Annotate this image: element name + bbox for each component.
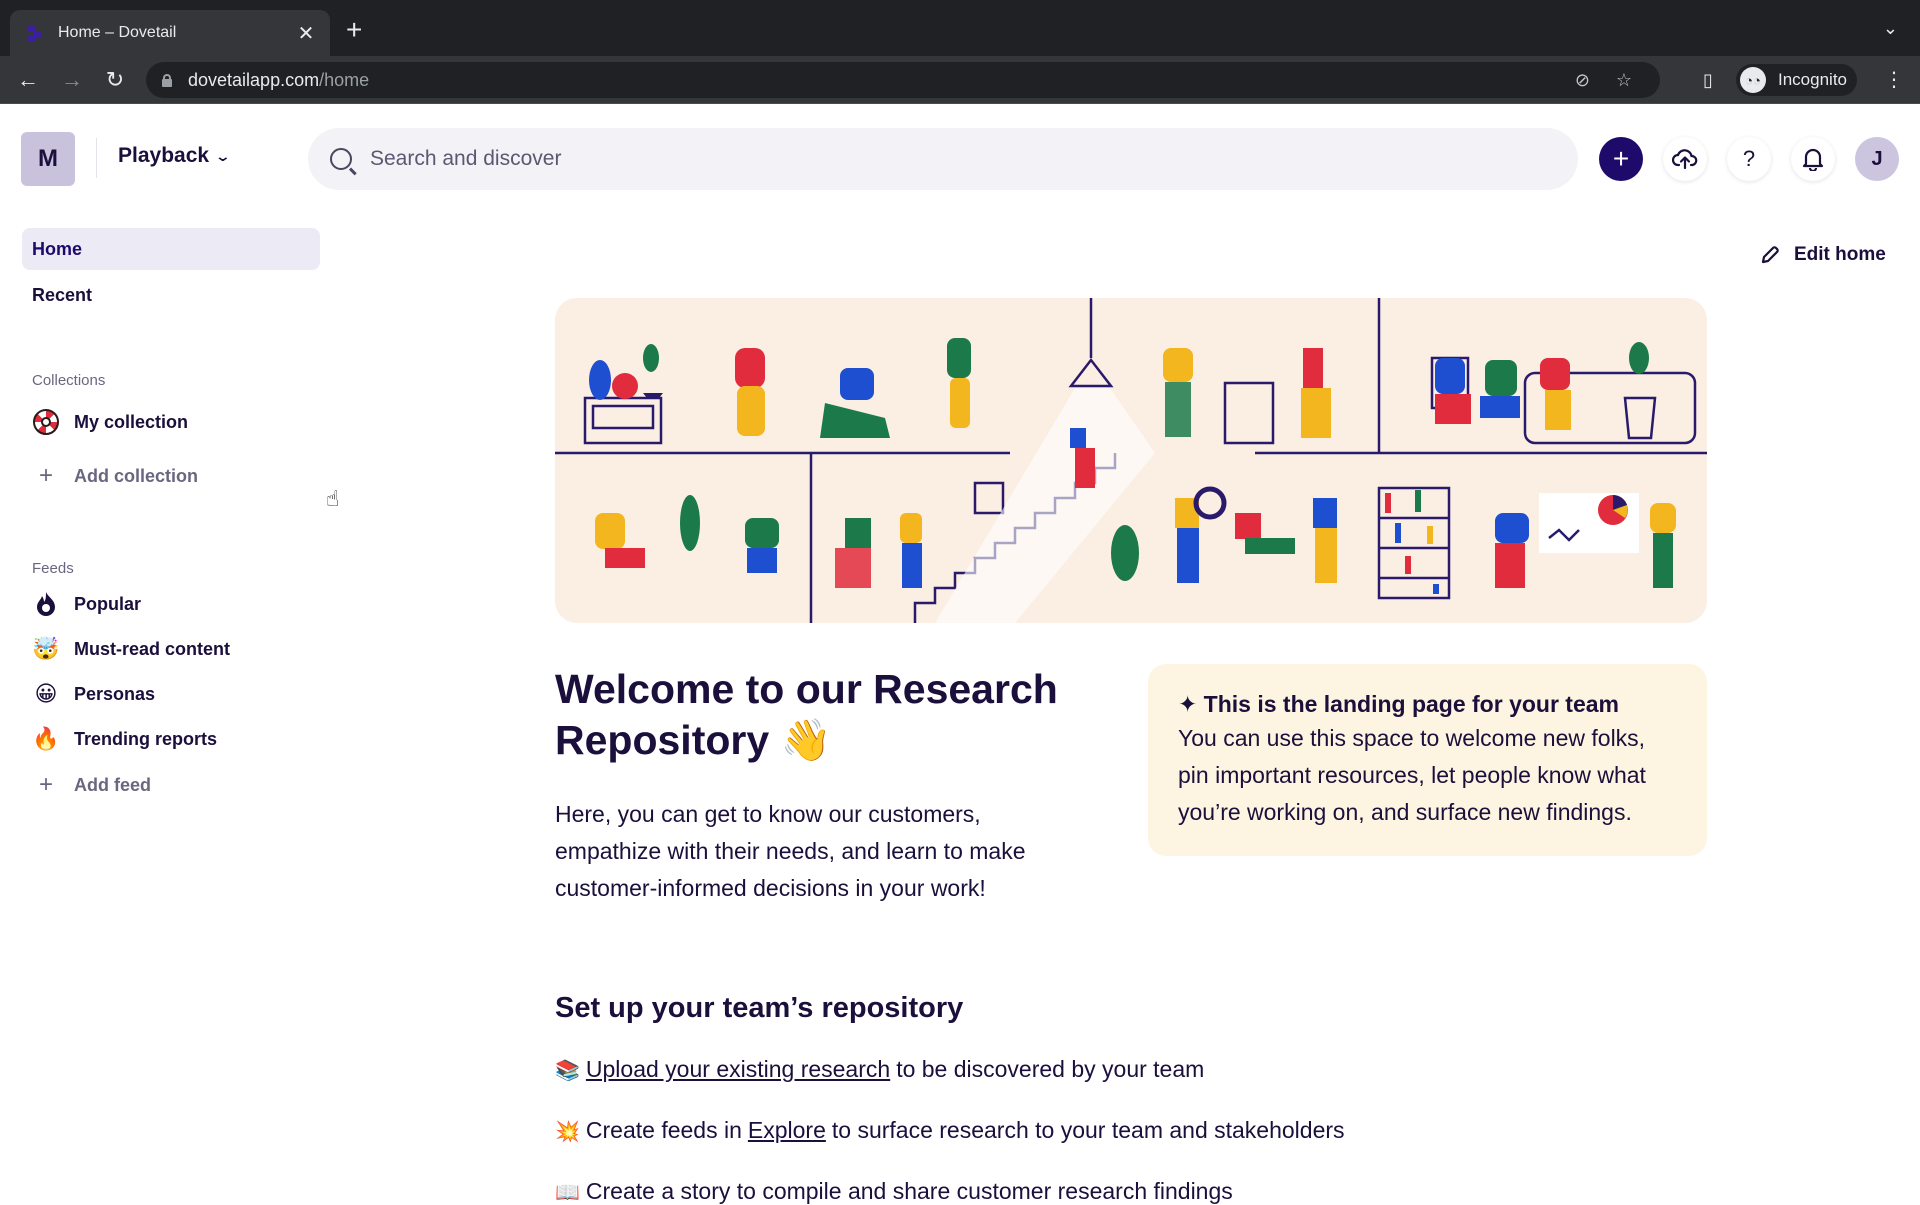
browser-tab[interactable]: Home – Dovetail ✕ <box>10 10 330 56</box>
hand-cursor-icon: ☝ <box>326 486 340 511</box>
incognito-icon: ◔◔ <box>1740 67 1766 93</box>
sidebar-item-recent[interactable]: Recent <box>22 274 320 316</box>
browser-toolbar: ← → ↻ dovetailapp.com/home ⊘ ☆ ▯ ◔◔ Inco… <box>0 56 1920 104</box>
forward-arrow-icon[interactable]: → <box>58 66 86 94</box>
lifebuoy-icon <box>33 409 59 435</box>
setup-item-text: to be discovered by your team <box>896 1056 1205 1082</box>
explore-link[interactable]: Explore <box>748 1117 826 1144</box>
plus-icon: + <box>38 462 53 489</box>
address-bar[interactable]: dovetailapp.com/home ⊘ ☆ <box>146 62 1660 98</box>
plus-icon: + <box>1612 143 1630 174</box>
bell-icon <box>1802 148 1824 171</box>
tab-search-chevron-icon[interactable]: ⌄ <box>1883 18 1898 39</box>
setup-item-text: Create feeds in <box>585 1117 742 1143</box>
chevron-down-icon: ⌄ <box>214 147 232 164</box>
setup-title: Set up your team’s repository <box>555 992 964 1024</box>
add-collection-button[interactable]: + Add collection <box>32 460 198 492</box>
feed-label: Popular <box>74 593 142 614</box>
edit-home-label: Edit home <box>1794 244 1886 265</box>
collections-label: Collections <box>32 372 106 389</box>
new-tab-button[interactable]: + <box>346 16 362 44</box>
welcome-title: Welcome to our Research Repository 👋 <box>555 666 1058 763</box>
edit-home-button[interactable]: Edit home <box>1760 244 1886 266</box>
header-divider <box>96 138 97 178</box>
help-button[interactable]: ? <box>1727 137 1771 181</box>
add-collection-label: Add collection <box>74 465 199 486</box>
flame-icon <box>32 590 60 618</box>
bookmark-star-icon[interactable]: ☆ <box>1616 70 1632 91</box>
pencil-icon <box>1761 246 1779 264</box>
setup-item-story: 📖 Create a story to compile and share cu… <box>555 1178 1233 1205</box>
add-feed-button[interactable]: + Add feed <box>32 769 151 801</box>
sidebar-item-popular[interactable]: Popular <box>32 588 141 620</box>
search-bar[interactable] <box>308 128 1578 190</box>
setup-item-feeds: 💥 Create feeds in Explore to surface res… <box>555 1117 1345 1144</box>
cloud-upload-icon <box>1672 149 1698 170</box>
dovetail-favicon-icon <box>24 23 44 43</box>
books-icon: 📚 <box>555 1060 580 1082</box>
url-host: dovetailapp.com <box>188 69 320 90</box>
search-icon <box>330 148 352 170</box>
setup-item-upload: 📚 Upload your existing research to be di… <box>555 1056 1204 1083</box>
setup-item-text: to surface research to your team and sta… <box>831 1117 1345 1143</box>
lock-icon <box>162 74 172 87</box>
profile-label: Incognito <box>1778 70 1847 89</box>
hero-illustration <box>555 298 1707 623</box>
sidebar-item-trending-reports[interactable]: 🔥 Trending reports <box>32 723 217 755</box>
reload-icon[interactable]: ↻ <box>101 66 129 94</box>
feed-label: Must-read content <box>74 638 231 659</box>
side-panel-icon[interactable]: ▯ <box>1694 66 1722 94</box>
grinning-face-icon: 😀 <box>34 681 58 706</box>
collection-label: My collection <box>74 411 189 432</box>
browser-tab-bar: Home – Dovetail ✕ + ⌄ <box>0 0 1920 56</box>
create-button[interactable]: + <box>1599 137 1643 181</box>
collision-icon: 💥 <box>555 1121 580 1143</box>
add-feed-label: Add feed <box>74 774 152 795</box>
user-avatar[interactable]: J <box>1855 137 1899 181</box>
search-input[interactable] <box>370 147 1470 171</box>
incognito-profile-chip[interactable]: ◔◔ Incognito <box>1736 64 1857 96</box>
tab-close-icon[interactable]: ✕ <box>296 21 316 46</box>
welcome-body: Here, you can get to know our customers,… <box>555 801 1026 901</box>
fire-icon: 🔥 <box>32 726 60 751</box>
upload-button[interactable] <box>1663 137 1707 181</box>
office-illustration <box>555 298 1707 623</box>
workspace-switcher[interactable]: Playback ⌄ <box>118 144 232 168</box>
sidebar-item-home[interactable]: Home <box>22 228 320 270</box>
eye-slash-icon[interactable]: ⊘ <box>1575 70 1590 91</box>
setup-item-text: Create a story to compile and share cust… <box>585 1178 1233 1204</box>
upload-research-link[interactable]: Upload your existing research <box>586 1056 890 1083</box>
workspace-name: Playback <box>118 144 210 167</box>
back-arrow-icon[interactable]: ← <box>14 66 42 94</box>
open-book-icon: 📖 <box>555 1182 580 1204</box>
url-path: /home <box>319 69 370 90</box>
plus-icon: + <box>38 771 53 798</box>
callout-body: You can use this space to welcome new fo… <box>1178 725 1646 825</box>
callout-title: ✦ This is the landing page for your team <box>1178 691 1619 717</box>
workspace-avatar[interactable]: M <box>21 132 75 186</box>
landing-page-callout: ✦ This is the landing page for your team… <box>1148 664 1707 856</box>
sidebar-item-personas[interactable]: 😀 Personas <box>32 678 156 710</box>
feed-label: Trending reports <box>74 728 218 749</box>
tab-title: Home – Dovetail <box>58 24 177 41</box>
notifications-button[interactable] <box>1791 137 1835 181</box>
exploding-head-icon: 🤯 <box>32 636 60 661</box>
feed-label: Personas <box>74 683 156 704</box>
sidebar-item-must-read-content[interactable]: 🤯 Must-read content <box>32 633 230 665</box>
sidebar-item-my-collection[interactable]: My collection <box>32 406 188 438</box>
browser-menu-icon[interactable]: ⋮ <box>1884 68 1904 92</box>
help-icon: ? <box>1742 146 1756 171</box>
feeds-label: Feeds <box>32 560 74 577</box>
